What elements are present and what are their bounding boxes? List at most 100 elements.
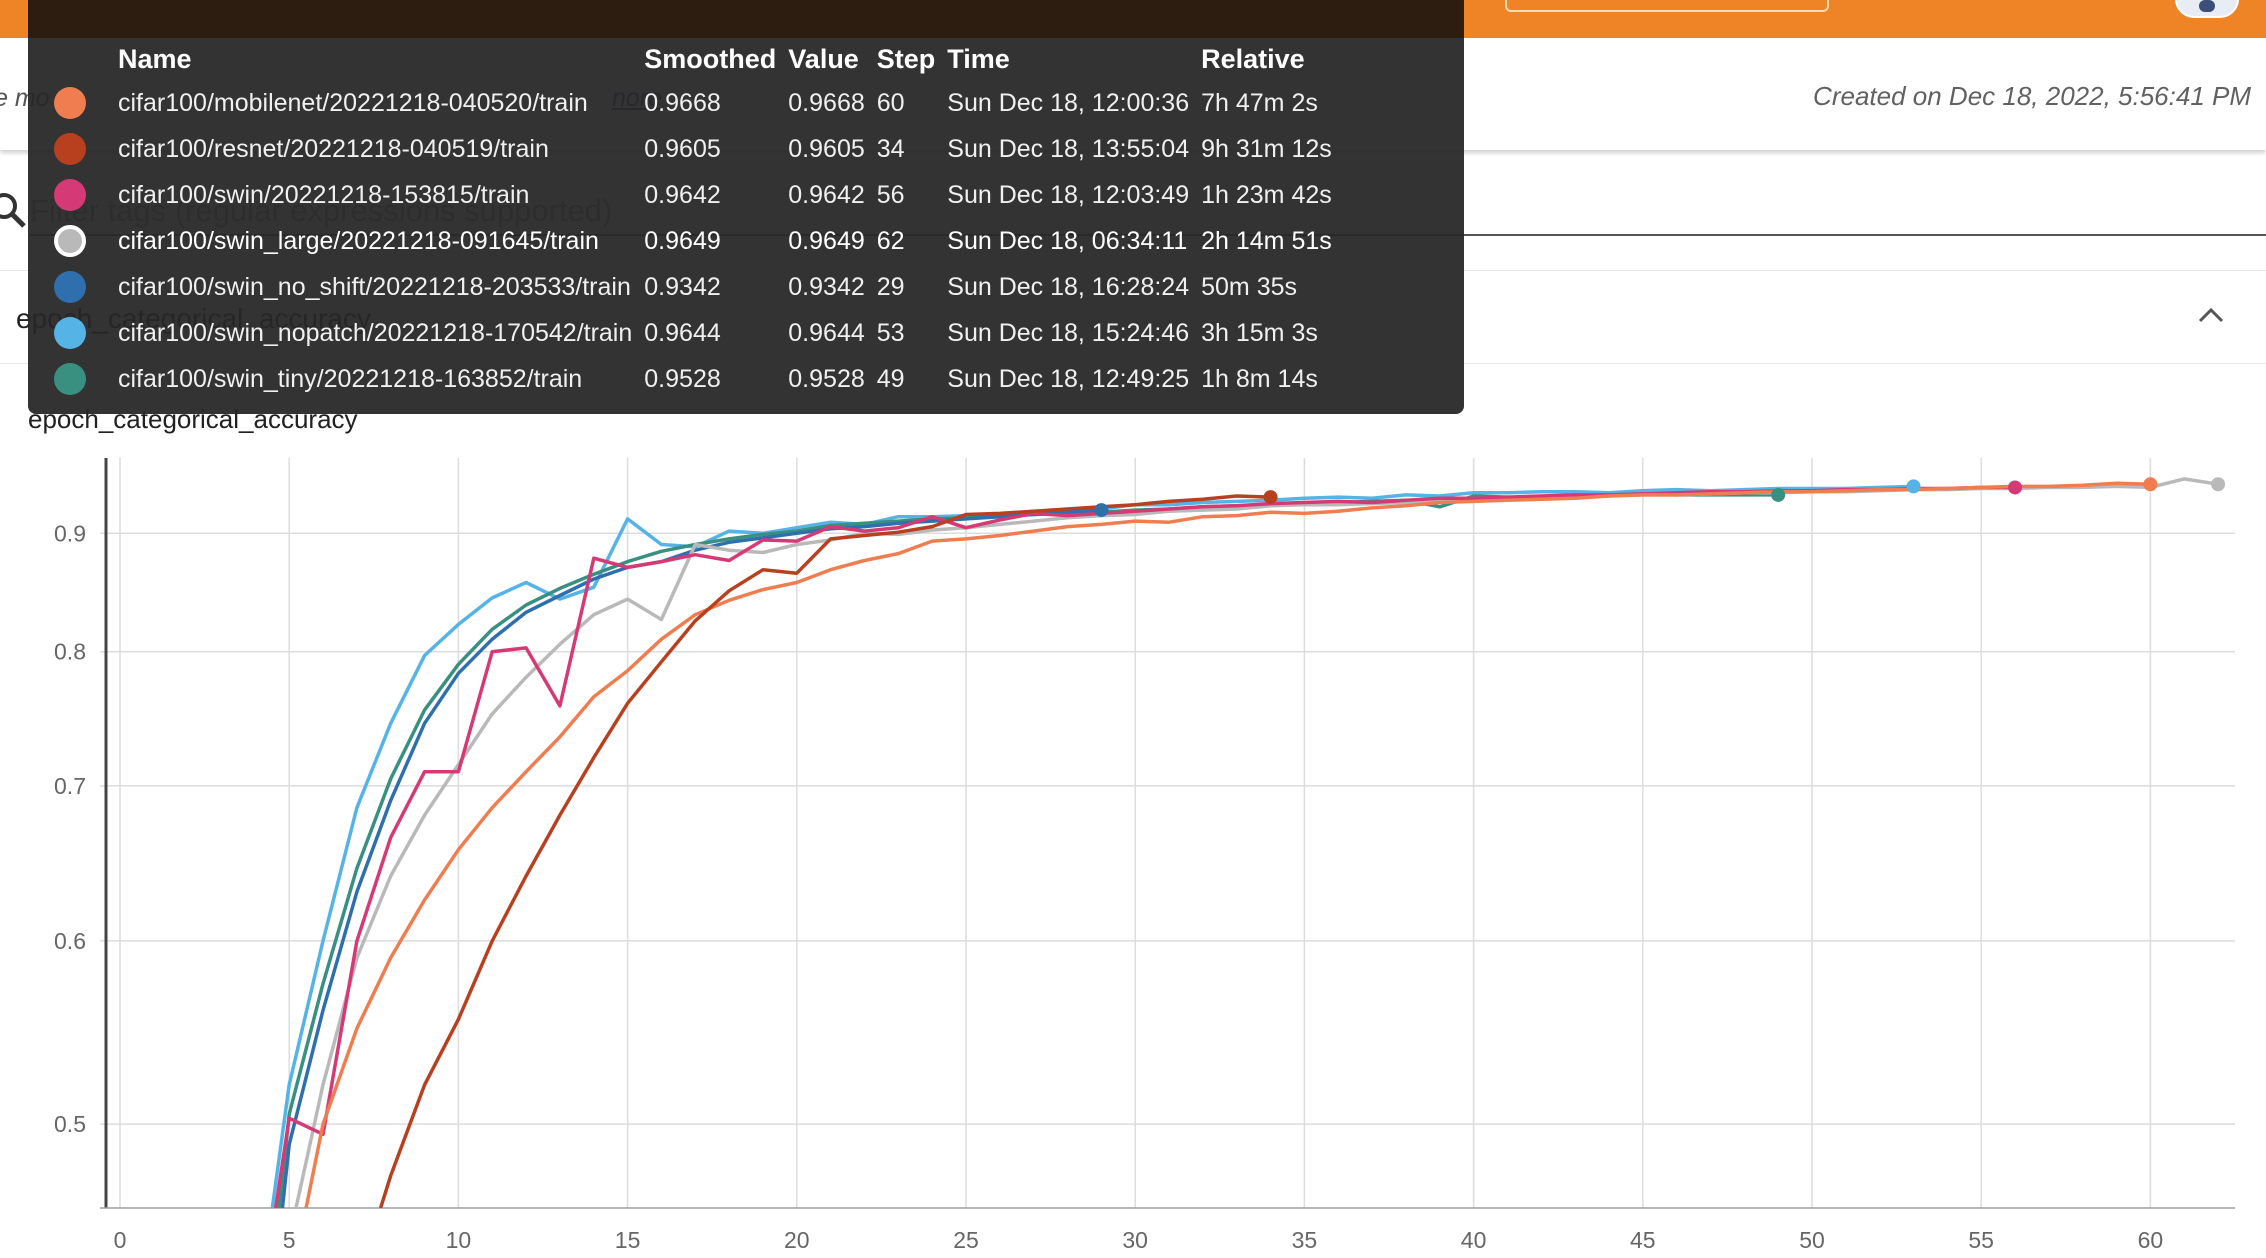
x-tick-label: 30 — [1122, 1227, 1148, 1253]
column-header-step: Step — [876, 43, 936, 74]
run-smoothed-cell: 0.9644 — [644, 318, 721, 347]
run-value-cell: 0.9528 — [788, 364, 865, 393]
series-line-resnet — [378, 494, 1271, 1208]
runs-tooltip: Name Smoothed Value Step Time Relative c… — [28, 0, 1464, 414]
table-header-row: Name Smoothed Value Step Time Relative — [40, 38, 1344, 80]
run-time-cell: Sun Dec 18, 16:28:24 — [947, 272, 1190, 301]
run-color-cell — [40, 172, 118, 218]
x-tick-label: 35 — [1292, 1227, 1318, 1253]
run-step-cell: 56 — [876, 180, 905, 209]
run-row: cifar100/swin/20221218-153815/train 0.964… — [40, 172, 1344, 218]
run-relative-cell: 9h 31m 12s — [1201, 134, 1332, 163]
end-marker-swin_large — [2211, 477, 2226, 492]
run-relative-cell: 1h 8m 14s — [1201, 364, 1318, 393]
end-marker-swin_nopatch — [1906, 479, 1921, 494]
run-smoothed-cell: 0.9649 — [644, 226, 721, 255]
run-name-cell: cifar100/swin_large/20221218-091645/trai… — [118, 226, 599, 255]
run-row: cifar100/resnet/20221218-040519/train 0.9… — [40, 126, 1344, 172]
run-color-cell — [40, 264, 118, 310]
runs-table: Name Smoothed Value Step Time Relative c… — [40, 38, 1344, 402]
y-tick-label: 0.7 — [54, 773, 86, 799]
end-marker-mobilenet — [2143, 477, 2158, 492]
run-step-cell: 60 — [876, 88, 905, 117]
run-color-dot-icon — [54, 363, 86, 395]
chevron-up-icon[interactable] — [2196, 301, 2226, 331]
run-smoothed-cell: 0.9528 — [644, 364, 721, 393]
run-time-cell: Sun Dec 18, 12:00:36 — [947, 88, 1190, 117]
x-tick-label: 55 — [1968, 1227, 1994, 1253]
avatar-icon — [2199, 0, 2215, 12]
column-header-name: Name — [118, 43, 192, 74]
series-line-swin_nopatch — [270, 484, 1914, 1208]
end-marker-swin_tiny — [1771, 487, 1786, 502]
run-color-dot-icon — [54, 225, 86, 257]
run-row: cifar100/swin_large/20221218-091645/trai… — [40, 218, 1344, 264]
x-tick-label: 0 — [114, 1227, 127, 1253]
x-tick-label: 20 — [784, 1227, 810, 1253]
run-name-cell: cifar100/resnet/20221218-040519/train — [118, 134, 549, 163]
run-color-dot-icon — [54, 317, 86, 349]
run-step-cell: 29 — [876, 272, 905, 301]
run-value-cell: 0.9644 — [788, 318, 865, 347]
run-row: cifar100/swin_nopatch/20221218-170542/tr… — [40, 310, 1344, 356]
run-relative-cell: 2h 14m 51s — [1201, 226, 1332, 255]
run-value-cell: 0.9342 — [788, 272, 865, 301]
column-header-smoothed: Smoothed — [644, 43, 777, 74]
x-tick-label: 10 — [446, 1227, 472, 1253]
run-smoothed-cell: 0.9342 — [644, 272, 721, 301]
run-smoothed-cell: 0.9605 — [644, 134, 721, 163]
run-time-cell: Sun Dec 18, 12:03:49 — [947, 180, 1190, 209]
run-color-dot-icon — [54, 133, 86, 165]
x-tick-label: 60 — [2138, 1227, 2164, 1253]
end-marker-swin_no_shift — [1094, 503, 1109, 518]
run-smoothed-cell: 0.9642 — [644, 180, 721, 209]
run-name-cell: cifar100/swin_tiny/20221218-163852/train — [118, 364, 583, 393]
run-time-cell: Sun Dec 18, 06:34:11 — [947, 226, 1188, 255]
y-tick-label: 0.6 — [54, 928, 86, 954]
run-time-cell: Sun Dec 18, 15:24:46 — [947, 318, 1190, 347]
run-name-cell: cifar100/swin_nopatch/20221218-170542/tr… — [118, 318, 633, 347]
run-relative-cell: 1h 23m 42s — [1201, 180, 1332, 209]
run-relative-cell: 50m 35s — [1201, 272, 1298, 301]
toolbar-button[interactable] — [1505, 0, 1829, 12]
run-time-cell: Sun Dec 18, 13:55:04 — [947, 134, 1190, 163]
run-name-cell: cifar100/swin/20221218-153815/train — [118, 180, 530, 209]
run-name-cell: cifar100/swin_no_shift/20221218-203533/t… — [118, 272, 631, 301]
run-smoothed-cell: 0.9668 — [644, 88, 721, 117]
column-header-value: Value — [788, 43, 859, 74]
run-time-cell: Sun Dec 18, 12:49:25 — [947, 364, 1190, 393]
series-line-swin_tiny — [277, 492, 1779, 1208]
x-tick-label: 45 — [1630, 1227, 1656, 1253]
search-icon — [0, 193, 26, 228]
x-tick-label: 40 — [1461, 1227, 1487, 1253]
run-relative-cell: 7h 47m 2s — [1201, 88, 1318, 117]
series-line-swin_large — [294, 477, 2219, 1208]
run-name-cell: cifar100/mobilenet/20221218-040520/train — [118, 88, 588, 117]
run-value-cell: 0.9605 — [788, 134, 865, 163]
created-timestamp: Created on Dec 18, 2022, 5:56:41 PM — [1813, 81, 2251, 111]
color-column-header — [40, 38, 118, 80]
run-row: cifar100/swin_tiny/20221218-163852/train… — [40, 356, 1344, 402]
run-color-dot-icon — [54, 87, 86, 119]
run-relative-cell: 3h 15m 3s — [1201, 318, 1318, 347]
x-tick-label: 25 — [953, 1227, 979, 1253]
run-value-cell: 0.9642 — [788, 180, 865, 209]
run-color-cell — [40, 356, 118, 402]
run-step-cell: 34 — [876, 134, 905, 163]
run-color-dot-icon — [54, 271, 86, 303]
y-tick-label: 0.9 — [54, 520, 86, 546]
x-tick-label: 15 — [615, 1227, 641, 1253]
end-marker-swin — [2008, 480, 2023, 495]
tooltip-top-band — [28, 0, 1464, 38]
end-marker-resnet — [1263, 490, 1278, 505]
run-color-cell — [40, 310, 118, 356]
run-color-cell — [40, 126, 118, 172]
run-value-cell: 0.9668 — [788, 88, 865, 117]
run-step-cell: 49 — [876, 364, 905, 393]
y-tick-label: 0.8 — [54, 639, 86, 665]
run-step-cell: 62 — [876, 226, 905, 255]
y-tick-label: 0.5 — [54, 1111, 86, 1137]
column-header-time: Time — [947, 43, 1010, 74]
avatar[interactable] — [2175, 0, 2239, 18]
accuracy-line-chart[interactable]: 0 5 10 15 20 25 30 35 40 45 50 55 60 0.5 0.6 0.7 0.8 0.9 — [0, 420, 2266, 1258]
